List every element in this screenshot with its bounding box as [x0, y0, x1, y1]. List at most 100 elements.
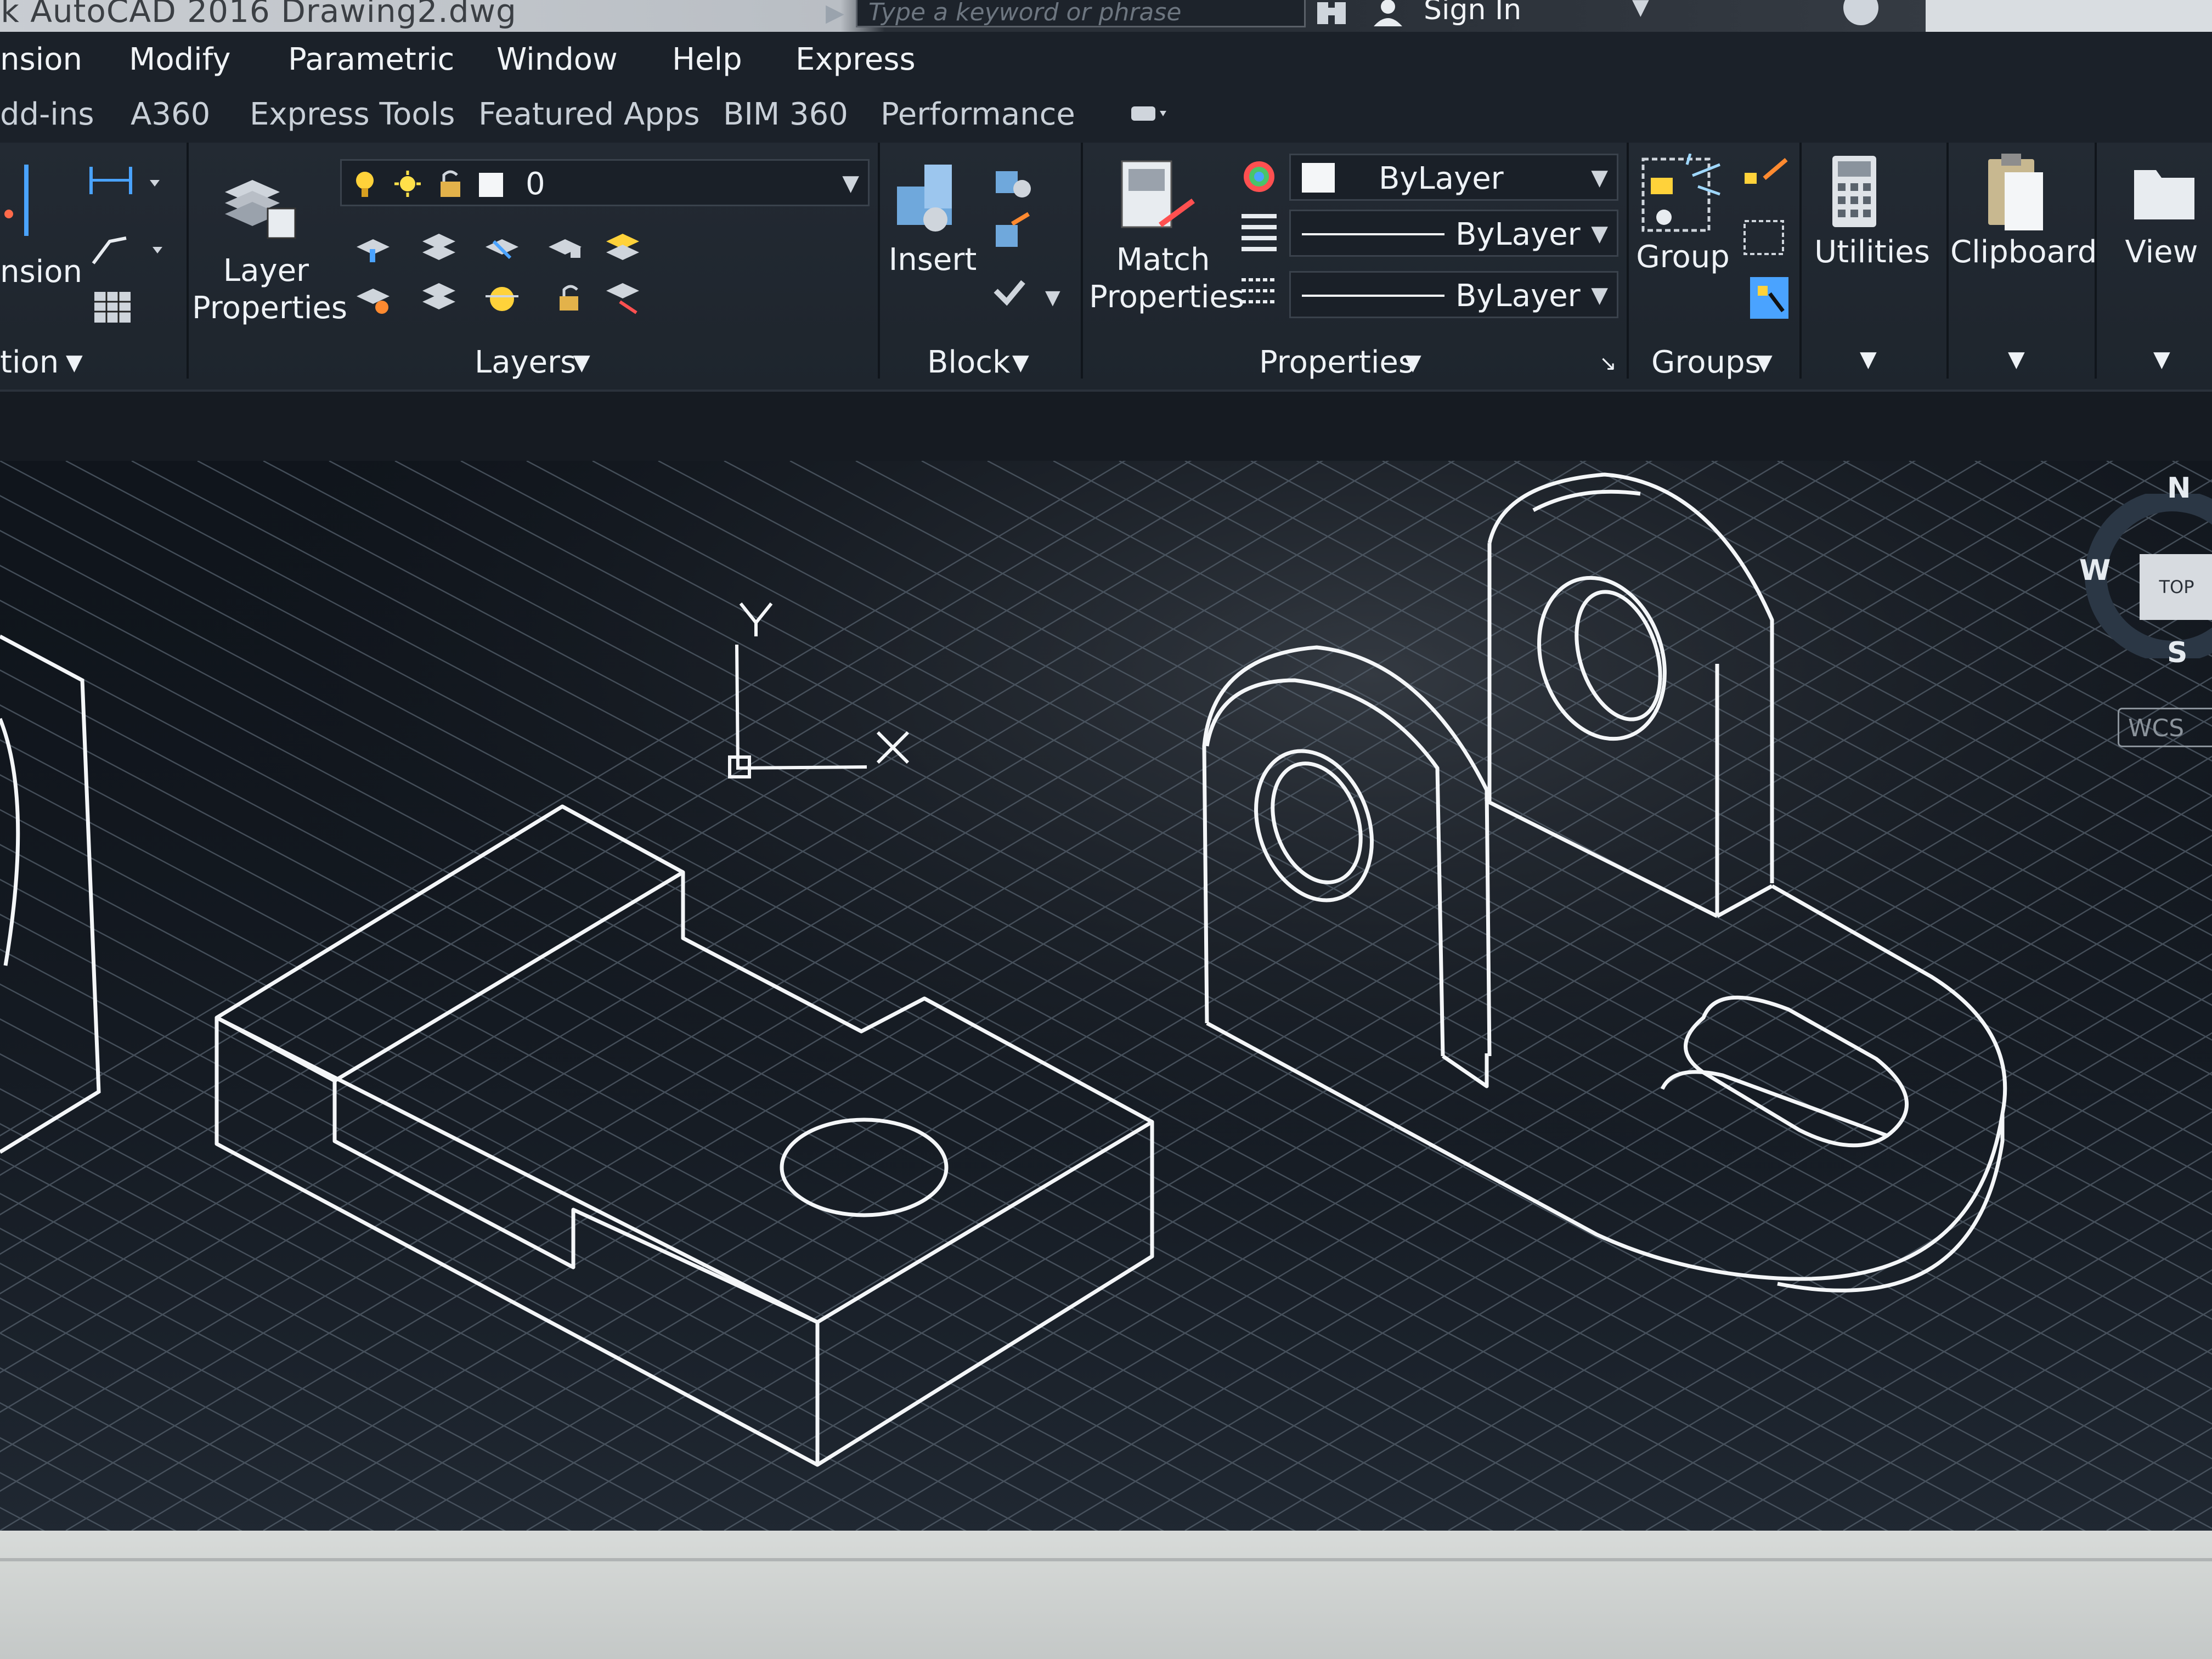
- menu-dimension[interactable]: nsion: [0, 42, 82, 77]
- menu-bar: nsion Modify Parametric Window Help Expr…: [0, 32, 2212, 92]
- layer-dropdown[interactable]: 0 ▼: [340, 159, 870, 206]
- dimension-button-label[interactable]: nsion: [0, 253, 82, 291]
- match-properties-icon[interactable]: [1116, 159, 1199, 241]
- view-button[interactable]: View: [2112, 234, 2211, 271]
- block-panel-dropdown-icon[interactable]: ▼: [1012, 350, 1029, 375]
- monitor-bezel: [0, 1531, 2212, 1659]
- menu-modify[interactable]: Modify: [129, 42, 231, 77]
- file-tabs-bar: [0, 390, 2212, 463]
- groups-panel-label[interactable]: Groups: [1651, 345, 1761, 380]
- dimension-icon[interactable]: [0, 165, 33, 241]
- view-dropdown-icon[interactable]: ▼: [2153, 347, 2170, 372]
- drawing-canvas[interactable]: [0, 461, 2212, 1531]
- group-button[interactable]: Group: [1632, 239, 1734, 276]
- linetype-dropdown[interactable]: ByLayer ▼: [1289, 210, 1618, 257]
- ribbon-options-icon[interactable]: [1130, 102, 1169, 124]
- compass-west[interactable]: W: [2079, 554, 2111, 587]
- layer-properties-button[interactable]: Layer Properties: [192, 252, 348, 327]
- layer-properties-line2: Properties: [192, 290, 348, 326]
- clipboard-icon[interactable]: [1980, 148, 2052, 236]
- tab-express-tools[interactable]: Express Tools: [250, 97, 455, 132]
- properties-dialog-launcher-icon[interactable]: ↘: [1599, 351, 1617, 375]
- layer-properties-line1: Layer: [223, 253, 309, 289]
- viewcube-top-face[interactable]: TOP: [2140, 554, 2212, 620]
- binoculars-icon[interactable]: [1314, 0, 1349, 26]
- current-layer-value: 0: [526, 166, 545, 202]
- panel-divider: [1627, 143, 1629, 379]
- lineweight-value: ByLayer: [1455, 278, 1581, 314]
- clipboard-dropdown-icon[interactable]: ▼: [2008, 347, 2025, 372]
- match-properties-button[interactable]: Match Properties: [1089, 241, 1245, 316]
- clipboard-button[interactable]: Clipboard: [1950, 234, 2097, 271]
- menu-window[interactable]: Window: [496, 42, 618, 77]
- tab-add-ins[interactable]: dd-ins: [0, 97, 94, 132]
- help-icon[interactable]: [1843, 0, 1878, 25]
- insert-block-icon[interactable]: [891, 159, 974, 236]
- group-tools-icons[interactable]: [1739, 156, 1799, 321]
- block-tools-icons[interactable]: [990, 165, 1040, 318]
- layers-panel-label[interactable]: Layers: [475, 345, 576, 380]
- groups-panel-dropdown-icon[interactable]: ▼: [1756, 350, 1773, 375]
- layer-dropdown-arrow-icon: ▼: [842, 171, 859, 196]
- panel-divider: [878, 143, 880, 379]
- color-swatch: [1302, 163, 1335, 193]
- block-more-dropdown-icon[interactable]: ▼: [1045, 286, 1060, 309]
- layer-state-icons: [356, 170, 503, 197]
- viewcube[interactable]: N W S TOP: [2079, 472, 2212, 691]
- tab-featured-apps[interactable]: Featured Apps: [478, 97, 700, 132]
- view-icon[interactable]: [2129, 159, 2200, 225]
- group-icon[interactable]: [1638, 154, 1725, 247]
- tab-performance[interactable]: Performance: [881, 97, 1075, 132]
- lineweight-sample: [1302, 295, 1444, 297]
- user-icon[interactable]: [1372, 0, 1404, 26]
- property-icons[interactable]: [1237, 159, 1281, 324]
- tab-bim-360[interactable]: BIM 360: [723, 97, 848, 132]
- compass-north[interactable]: N: [2167, 472, 2191, 505]
- title-bar: sk AutoCAD 2016 Drawing2.dwg ▶ Type a ke…: [0, 0, 2212, 32]
- layer-tools-icons[interactable]: [351, 225, 653, 335]
- linetype-value: ByLayer: [1455, 217, 1581, 252]
- ribbon-tabs: dd-ins A360 Express Tools Featured Apps …: [0, 92, 2212, 143]
- properties-panel-dropdown-icon[interactable]: ▼: [1404, 350, 1421, 375]
- panel-divider: [1081, 143, 1083, 379]
- wcs-menu[interactable]: WCS: [2118, 708, 2212, 747]
- tab-a360[interactable]: A360: [131, 97, 210, 132]
- compass-south[interactable]: S: [2167, 636, 2187, 669]
- search-expand-icon[interactable]: ▶: [826, 0, 844, 27]
- panel-divider: [187, 143, 189, 379]
- panel-divider: [1799, 143, 1802, 379]
- color-dropdown[interactable]: ByLayer ▼: [1289, 154, 1618, 201]
- layers-panel-dropdown-icon[interactable]: ▼: [573, 350, 590, 375]
- calculator-icon[interactable]: [1827, 154, 1882, 230]
- linear-dimension-icon[interactable]: [85, 165, 167, 198]
- panel-divider: [2095, 143, 2097, 379]
- window-controls: [1926, 0, 2212, 32]
- table-icon[interactable]: [93, 291, 132, 324]
- utilities-button[interactable]: Utilities: [1805, 234, 1939, 271]
- monitor-bezel-edge: [0, 1558, 2212, 1561]
- annotation-panel-dropdown-icon[interactable]: ▼: [66, 350, 83, 375]
- ribbon: nsion tion ▼ Layer Properties 0 ▼ Layers…: [0, 143, 2212, 390]
- layer-properties-icon[interactable]: [219, 159, 302, 241]
- properties-panel-label[interactable]: Properties: [1259, 345, 1414, 380]
- match-properties-line1: Match: [1116, 242, 1210, 278]
- search-input[interactable]: Type a keyword or phrase: [856, 0, 1306, 27]
- menu-express[interactable]: Express: [795, 42, 916, 77]
- menu-parametric[interactable]: Parametric: [288, 42, 454, 77]
- annotation-panel-label[interactable]: tion: [0, 345, 59, 380]
- leader-icon[interactable]: [88, 230, 170, 269]
- linetype-dropdown-arrow-icon: ▼: [1591, 221, 1608, 246]
- color-dropdown-arrow-icon: ▼: [1591, 165, 1608, 190]
- sign-in-dropdown-icon[interactable]: ▼: [1632, 0, 1649, 20]
- sign-in-button[interactable]: Sign In: [1424, 0, 1521, 26]
- lineweight-dropdown-arrow-icon: ▼: [1591, 283, 1608, 308]
- color-value: ByLayer: [1379, 161, 1504, 196]
- lineweight-dropdown[interactable]: ByLayer ▼: [1289, 271, 1618, 318]
- block-panel-label[interactable]: Block: [927, 345, 1010, 380]
- utilities-dropdown-icon[interactable]: ▼: [1860, 347, 1877, 372]
- model-space-viewport[interactable]: [0, 461, 2212, 1531]
- menu-help[interactable]: Help: [672, 42, 742, 77]
- insert-button[interactable]: Insert: [881, 241, 985, 279]
- match-properties-line2: Properties: [1089, 279, 1245, 315]
- panel-divider: [1946, 143, 1949, 379]
